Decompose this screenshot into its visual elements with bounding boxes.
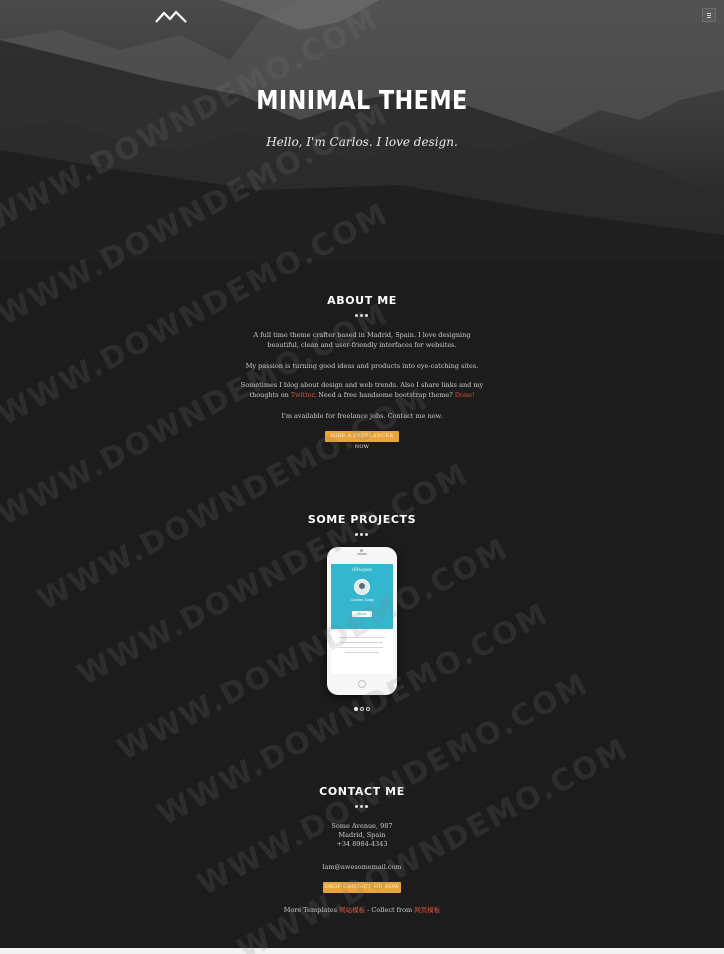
phone-speaker — [357, 553, 367, 555]
app-next-button: Next — [352, 611, 372, 617]
footer-link-templates[interactable]: 网站模板 — [339, 906, 365, 914]
carousel-dot-active[interactable] — [354, 707, 358, 711]
hire-freelancer-button[interactable]: HIRE A FREELANCER NOW — [325, 431, 399, 450]
about-paragraph-2: My passion is turning good ideas and pro… — [245, 362, 479, 370]
about-paragraph-3: Sometimes I blog about design and web tr… — [240, 381, 484, 399]
contact-address: Some Avenue, 987 Madrid, Spain +34 8984-… — [230, 822, 494, 849]
address-street: Some Avenue, 987 — [331, 822, 393, 830]
menu-button[interactable] — [702, 8, 716, 22]
hero-header: MINIMAL THEME Hello, I'm Carlos. I love … — [0, 0, 724, 262]
carousel-dot[interactable] — [366, 707, 370, 711]
footer-credits: More Templates 网站模板 - Collect from 网页模板 — [283, 906, 441, 914]
projects-title: SOME PROJECTS — [307, 513, 417, 526]
phone-screen: iShapes Carlos Ling Next — [331, 564, 393, 674]
page: MINIMAL THEME Hello, I'm Carlos. I love … — [0, 0, 724, 954]
mountain-logo-icon[interactable] — [155, 8, 187, 24]
app-user-name: Carlos Ling — [350, 597, 374, 602]
address-city: Madrid, Spain — [338, 831, 386, 839]
hero-title: MINIMAL THEME — [256, 86, 468, 116]
app-text-line — [339, 647, 383, 648]
contact-button[interactable]: DROP CONTACT ME NOW — [323, 882, 401, 893]
contact-email[interactable]: lam@awesomemail.com — [230, 862, 494, 872]
app-text-line — [339, 637, 385, 638]
phone-home-button — [358, 680, 366, 688]
watermark-text: WWW.DOWNDEMO.COM — [111, 531, 515, 768]
twitter-link[interactable]: Twitter — [291, 391, 314, 399]
contact-title: CONTACT ME — [319, 785, 405, 798]
carousel-dot[interactable] — [360, 707, 364, 711]
hero-subtitle: Hello, I'm Carlos. I love design. — [266, 135, 458, 149]
projects-divider-dots — [354, 533, 370, 537]
mountain-background — [0, 0, 724, 262]
avatar — [354, 579, 370, 595]
project-phone-mockup[interactable]: iShapes Carlos Ling Next — [327, 547, 397, 695]
contact-phone: +34 8984-4343 — [336, 840, 388, 848]
about-title: ABOUT ME — [327, 294, 397, 307]
about-divider-dots — [354, 314, 370, 318]
app-text-line — [345, 652, 379, 653]
app-name: iShapes — [352, 567, 372, 573]
done-link[interactable]: Done! — [455, 391, 475, 399]
bottom-bar — [0, 948, 724, 954]
about-paragraph-1: A full time theme crafter based in Madri… — [253, 331, 471, 349]
watermark-text: WWW.DOWNDEMO.COM — [71, 456, 475, 693]
app-text-line — [341, 642, 383, 643]
about-paragraph-4: I'm available for freelance jobs. Contac… — [281, 412, 443, 420]
contact-divider-dots — [354, 805, 370, 809]
phone-camera — [360, 549, 363, 552]
footer-link-collect[interactable]: 网页模板 — [414, 906, 440, 914]
